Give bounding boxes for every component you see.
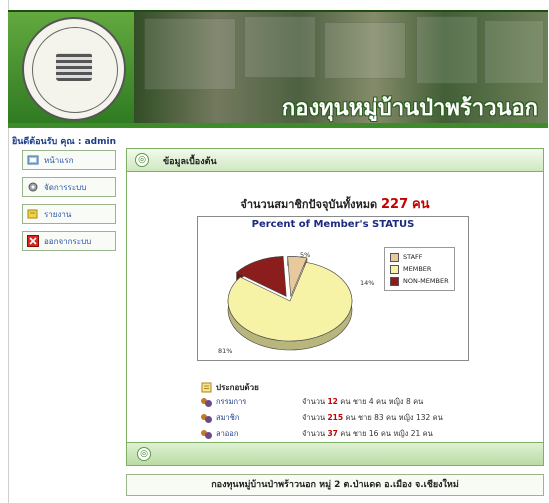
legend-swatch xyxy=(390,264,399,274)
composition-title-text: ประกอบด้วย xyxy=(216,383,259,392)
list-item: กรรมการ จำนวน 12 คน ชาย 4 คน หญิง 8 คน xyxy=(201,395,423,409)
sidebar-item-home[interactable]: หน้าแรก xyxy=(22,150,116,170)
list-item: ลาออก จำนวน 37 คน ชาย 16 คน หญิง 21 คน xyxy=(201,427,433,441)
home-icon xyxy=(27,154,39,166)
member-total: จำนวนสมาชิกปัจจุบันทั้งหมด 227 คน xyxy=(127,193,543,214)
legend-label: NON-MEMBER xyxy=(403,277,449,285)
section-title: ข้อมูลเบื้องต้น xyxy=(163,157,217,167)
gear-icon xyxy=(27,181,39,193)
pie-slice-label: 81% xyxy=(218,347,232,355)
banner-title: กองทุนหมู่บ้านป่าพร้าวนอก xyxy=(281,95,538,121)
legend-label: MEMBER xyxy=(403,265,432,273)
people-icon xyxy=(201,397,213,408)
composition-title: ประกอบด้วย xyxy=(201,381,259,394)
total-label: จำนวนสมาชิกปัจจุบันทั้งหมด xyxy=(240,198,378,211)
sidebar-item-label: รายงาน xyxy=(44,209,72,219)
legend-item: NON-MEMBER xyxy=(390,275,449,287)
section-icon: ◎ xyxy=(137,447,151,461)
logout-icon xyxy=(27,235,39,247)
main-panel: ◎ ข้อมูลเบื้องต้น จำนวนสมาชิกปัจจุบันทั้… xyxy=(126,148,544,466)
legend-item: MEMBER xyxy=(390,263,449,275)
legend-label: STAFF xyxy=(403,253,423,261)
group-name: ลาออก xyxy=(216,429,239,438)
list-item: สมาชิก จำนวน 215 คน ชาย 83 คน หญิง 132 ค… xyxy=(201,411,443,425)
people-icon xyxy=(201,413,213,424)
member-status-chart: 5% 81% 14% Percent of Member's STATUS STAF… xyxy=(197,216,469,361)
panel-footer: ◎ xyxy=(127,442,543,465)
sidebar-item-label: หน้าแรก xyxy=(44,155,74,165)
sidebar-item-report[interactable]: รายงาน xyxy=(22,204,116,224)
group-name: กรรมการ xyxy=(216,397,247,406)
sidebar-item-logout[interactable]: ออกจากระบบ xyxy=(22,231,116,251)
site-address: กองทุนหมู่บ้านป่าพร้าวนอก หมู่ 2 ต.ป่าแด… xyxy=(126,474,544,496)
welcome-text: ยินดีต้อนรับ คุณ : admin xyxy=(12,137,116,147)
site-header: กองทุนหมู่บ้านป่าพร้าวนอก xyxy=(8,10,548,125)
people-icon xyxy=(201,429,213,440)
legend-swatch xyxy=(390,252,399,262)
group-detail: จำนวน 12 คน ชาย 4 คน หญิง 8 คน xyxy=(302,397,424,406)
group-detail: จำนวน 215 คน ชาย 83 คน หญิง 132 คน xyxy=(302,413,443,422)
total-unit: คน xyxy=(411,197,430,212)
chart-title: Percent of Member's STATUS xyxy=(251,219,415,230)
sidebar-item-label: ออกจากระบบ xyxy=(44,236,92,246)
total-count: 227 xyxy=(381,197,409,212)
header-divider xyxy=(8,123,548,128)
legend-item: STAFF xyxy=(390,251,449,263)
note-icon xyxy=(201,382,212,393)
sidebar-item-manage[interactable]: จัดการระบบ xyxy=(22,177,116,197)
report-icon xyxy=(27,208,39,220)
pie-slice-label: 5% xyxy=(300,251,310,259)
group-name: สมาชิก xyxy=(216,413,240,422)
group-detail: จำนวน 37 คน ชาย 16 คน หญิง 21 คน xyxy=(302,429,433,438)
fund-seal-icon xyxy=(22,17,126,121)
chart-legend: STAFF MEMBER NON-MEMBER xyxy=(384,247,455,291)
legend-swatch xyxy=(390,276,399,286)
section-icon: ◎ xyxy=(135,153,149,167)
panel-header: ◎ ข้อมูลเบื้องต้น xyxy=(127,149,543,172)
pie-slice-label: 14% xyxy=(360,279,374,287)
sidebar-item-label: จัดการระบบ xyxy=(44,182,87,192)
